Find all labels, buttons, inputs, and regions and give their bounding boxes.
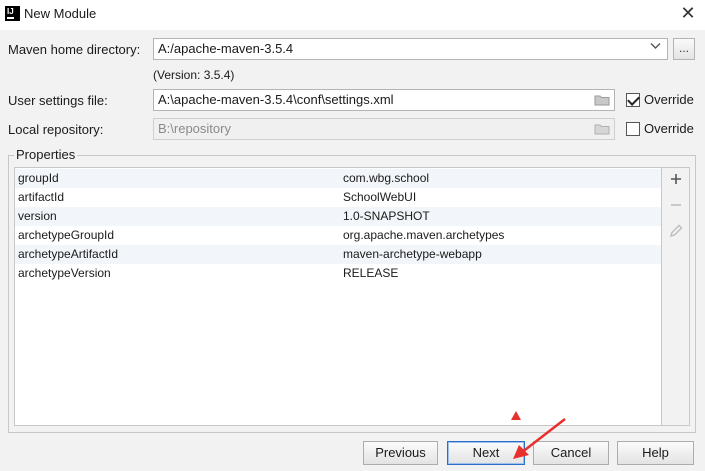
- property-key: version: [18, 209, 57, 223]
- property-value[interactable]: com.wbg.school: [343, 169, 429, 188]
- override-label: Override: [644, 92, 694, 107]
- plus-icon[interactable]: [662, 172, 690, 189]
- minus-icon[interactable]: [662, 198, 690, 215]
- local-repository-label: Local repository:: [8, 122, 104, 137]
- property-value[interactable]: org.apache.maven.archetypes: [343, 226, 504, 245]
- table-row[interactable]: archetypeVersion RELEASE: [15, 264, 661, 283]
- properties-table[interactable]: groupId com.wbg.school artifactId SchoolWeb…: [14, 167, 662, 426]
- user-settings-value: A:\apache-maven-3.5.4\conf\settings.xml: [158, 92, 394, 107]
- table-row[interactable]: groupId com.wbg.school: [15, 169, 661, 188]
- user-settings-label: User settings file:: [8, 93, 108, 108]
- property-key: archetypeArtifactId: [18, 247, 119, 261]
- maven-version-text: (Version: 3.5.4): [153, 68, 235, 82]
- user-settings-override-checkbox[interactable]: Override: [626, 92, 694, 107]
- folder-icon: [594, 124, 610, 135]
- property-key: archetypeVersion: [18, 266, 111, 280]
- help-button[interactable]: Help: [617, 441, 694, 465]
- next-button-label: Next: [472, 445, 500, 460]
- property-value[interactable]: maven-archetype-webapp: [343, 245, 482, 264]
- table-row[interactable]: archetypeArtifactId maven-archetype-webap…: [15, 245, 661, 264]
- close-icon[interactable]: ✕: [678, 3, 698, 23]
- table-row[interactable]: version 1.0-SNAPSHOT: [15, 207, 661, 226]
- folder-icon[interactable]: [594, 94, 610, 106]
- checkbox-unchecked-icon[interactable]: [626, 121, 640, 136]
- override-label: Override: [644, 121, 694, 136]
- maven-home-label: Maven home directory:: [8, 42, 141, 57]
- dialog-content: Maven home directory: A:/apache-maven-3.…: [0, 30, 705, 471]
- properties-toolbar: [662, 167, 690, 426]
- maven-home-combobox[interactable]: A:/apache-maven-3.5.4: [153, 38, 668, 60]
- previous-button[interactable]: Previous: [363, 441, 438, 465]
- local-repository-field: B:\repository: [153, 118, 615, 140]
- property-key: groupId: [18, 171, 59, 185]
- intellij-app-icon: IJ: [5, 6, 20, 21]
- title-bar: IJ New Module ✕: [0, 0, 705, 30]
- maven-home-value: A:/apache-maven-3.5.4: [158, 41, 294, 56]
- local-repository-override-checkbox[interactable]: Override: [626, 121, 694, 136]
- checkbox-checked-icon[interactable]: [626, 92, 640, 107]
- table-row[interactable]: artifactId SchoolWebUI: [15, 188, 661, 207]
- table-row[interactable]: archetypeGroupId org.apache.maven.archety…: [15, 226, 661, 245]
- pencil-icon[interactable]: [662, 224, 690, 241]
- property-value[interactable]: RELEASE: [343, 264, 398, 283]
- property-value[interactable]: 1.0-SNAPSHOT: [343, 207, 430, 226]
- annotation-arrow: [513, 418, 566, 459]
- browse-maven-home-button[interactable]: ...: [673, 38, 695, 60]
- user-settings-field[interactable]: A:\apache-maven-3.5.4\conf\settings.xml: [153, 89, 615, 111]
- chevron-down-icon[interactable]: [650, 42, 661, 53]
- previous-button-label: Previous: [375, 445, 426, 460]
- window-title: New Module: [24, 6, 97, 21]
- property-key: archetypeGroupId: [18, 228, 115, 242]
- help-button-label: Help: [642, 445, 669, 460]
- property-key: artifactId: [18, 190, 65, 204]
- property-value[interactable]: SchoolWebUI: [343, 188, 416, 207]
- local-repository-value: B:\repository: [158, 121, 231, 136]
- properties-group-title: Properties: [14, 147, 78, 162]
